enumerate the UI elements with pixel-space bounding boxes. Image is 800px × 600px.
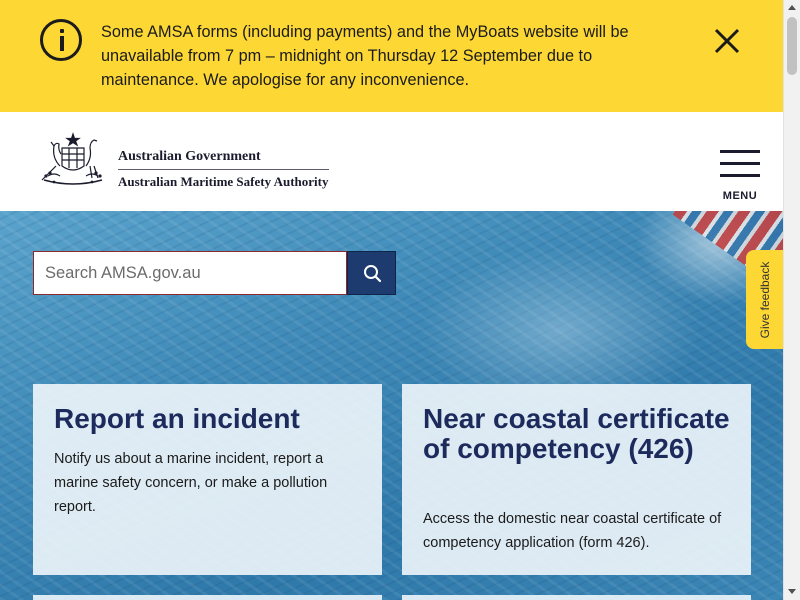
hero-section: Give feedback Report an incident Notify … [0, 211, 783, 600]
card-description: Notify us about a marine incident, repor… [54, 451, 328, 515]
card-report-incident[interactable]: Report an incident Notify us about a mar… [33, 384, 382, 575]
amsa-logo-link[interactable]: Australian Government Australian Maritim… [34, 132, 334, 192]
search-icon [364, 265, 382, 283]
card-title: Report an incident [54, 403, 300, 434]
logo-agency-text: Australian Maritime Safety Authority [118, 174, 329, 189]
menu-button[interactable]: MENU [716, 146, 764, 204]
logo-government-text: Australian Government [118, 149, 261, 164]
give-feedback-tab[interactable]: Give feedback [746, 250, 783, 349]
give-feedback-label: Give feedback [757, 261, 772, 338]
scroll-up-arrow-icon[interactable] [788, 5, 796, 10]
logo-divider [118, 169, 329, 170]
search-button[interactable] [347, 251, 396, 295]
site-header: Australian Government Australian Maritim… [0, 112, 783, 211]
card-partial[interactable] [402, 595, 751, 600]
menu-label: MENU [722, 190, 758, 202]
alert-close-button[interactable] [710, 24, 744, 58]
alert-message: Some AMSA forms (including payments) and… [101, 23, 629, 89]
scroll-thumb[interactable] [787, 17, 797, 75]
maintenance-alert-banner: Some AMSA forms (including payments) and… [0, 0, 783, 112]
card-partial[interactable] [33, 595, 382, 600]
card-description: Access the domestic near coastal certifi… [423, 511, 722, 551]
info-icon [40, 19, 82, 61]
page-scrollbar[interactable] [783, 0, 800, 600]
card-near-coastal-certificate[interactable]: Near coastal certificate of competency (… [402, 384, 751, 575]
close-icon [714, 28, 740, 54]
card-title: Near coastal certificate of competency (… [423, 403, 730, 464]
coat-of-arms-icon [41, 132, 103, 185]
search-input[interactable] [33, 251, 347, 295]
scroll-down-arrow-icon[interactable] [788, 589, 796, 594]
